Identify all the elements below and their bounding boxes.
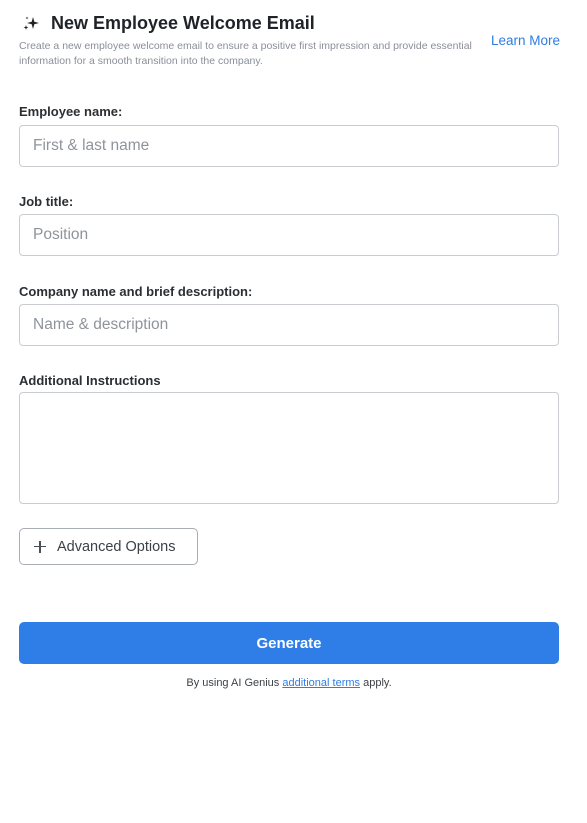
learn-more-link[interactable]: Learn More	[491, 33, 560, 48]
job-title-input[interactable]	[19, 214, 559, 256]
additional-instructions-label: Additional Instructions	[19, 373, 161, 388]
employee-name-input[interactable]	[19, 125, 559, 167]
page-description: Create a new employee welcome email to e…	[19, 40, 472, 67]
terms-notice: By using AI Genius additional terms appl…	[0, 677, 578, 689]
terms-suffix: apply.	[363, 677, 392, 689]
employee-name-label: Employee name:	[19, 104, 123, 119]
welcome-email-panel: New Employee Welcome Email Learn More Cr…	[0, 0, 587, 823]
additional-terms-link[interactable]: additional terms	[282, 677, 360, 689]
advanced-options-label: Advanced Options	[57, 538, 176, 555]
generate-button[interactable]: Generate	[19, 622, 559, 664]
company-label: Company name and brief description:	[19, 284, 253, 299]
header: New Employee Welcome Email Learn More Cr…	[0, 0, 587, 90]
terms-prefix: By using AI Genius	[186, 677, 280, 689]
sparkle-icon	[22, 15, 40, 33]
job-title-label: Job title:	[19, 194, 74, 209]
page-title: New Employee Welcome Email	[51, 13, 315, 33]
additional-instructions-textarea[interactable]	[19, 392, 559, 504]
advanced-options-button[interactable]: Advanced Options	[19, 528, 198, 565]
plus-icon	[34, 540, 46, 553]
company-input[interactable]	[19, 304, 559, 346]
